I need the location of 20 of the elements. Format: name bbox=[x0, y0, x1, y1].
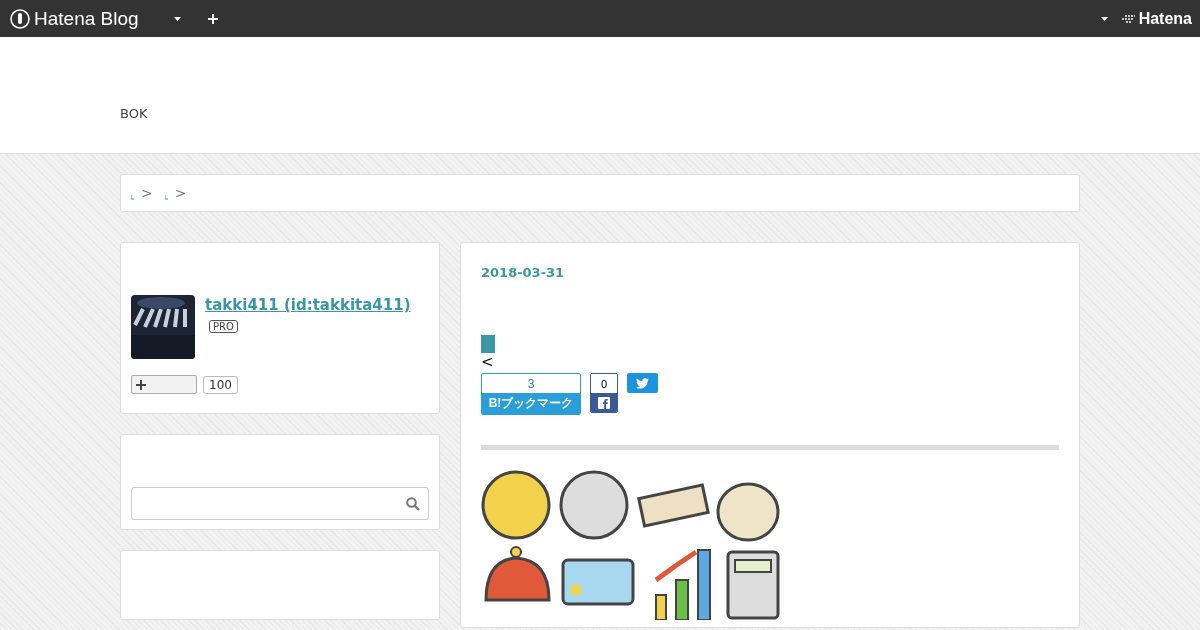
search-icon[interactable] bbox=[406, 496, 420, 511]
plus-icon bbox=[136, 379, 146, 390]
breadcrumb-separator: > bbox=[141, 185, 153, 201]
blog-logo[interactable]: Hatena Blog bbox=[10, 7, 139, 30]
dropdown-icon[interactable] bbox=[1100, 16, 1108, 21]
follower-count: 100 bbox=[203, 375, 238, 394]
breadcrumb-separator: > bbox=[174, 185, 187, 201]
blog-title[interactable]: BOK bbox=[120, 106, 148, 121]
facebook-icon bbox=[598, 396, 610, 409]
follow-button[interactable] bbox=[131, 375, 197, 394]
search-field[interactable] bbox=[131, 487, 429, 520]
arrow-text: < bbox=[480, 353, 495, 371]
twitter-button[interactable] bbox=[627, 373, 658, 393]
pro-badge: PRO bbox=[209, 320, 238, 333]
dropdown-icon[interactable] bbox=[173, 16, 181, 21]
plus-icon[interactable] bbox=[207, 13, 218, 24]
hatena-logo[interactable]: Hatena bbox=[1121, 9, 1192, 28]
bookmark-button[interactable]: 3 B!ブックマーク bbox=[481, 373, 581, 415]
bird-icon bbox=[636, 377, 649, 389]
facebook-button[interactable]: 0 bbox=[590, 373, 618, 413]
